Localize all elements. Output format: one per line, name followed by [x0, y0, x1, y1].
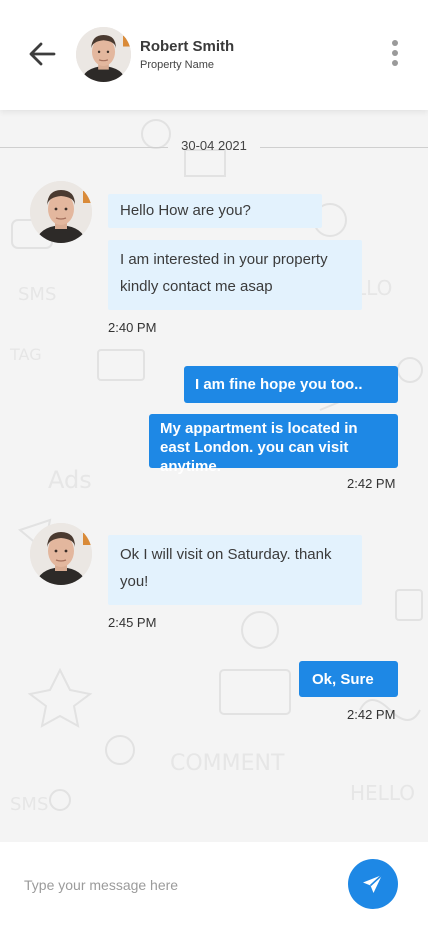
outgoing-message[interactable]: Ok, Sure — [299, 661, 398, 697]
sender-avatar[interactable] — [30, 181, 92, 243]
chat-header: Robert Smith Property Name — [0, 0, 428, 110]
svg-text:HELLO: HELLO — [350, 781, 415, 805]
outgoing-message[interactable]: My appartment is located in east London.… — [149, 414, 398, 475]
incoming-message[interactable]: I am interested in your property kindly … — [108, 240, 362, 310]
svg-text:SMS: SMS — [18, 284, 56, 305]
message-timestamp: 2:45 PM — [108, 615, 157, 630]
message-composer — [0, 842, 428, 926]
contact-subtitle: Property Name — [140, 59, 214, 71]
incoming-message[interactable]: Ok I will visit on Saturday. thank you! — [108, 535, 362, 605]
outgoing-message[interactable]: I am fine hope you too.. — [184, 366, 398, 403]
svg-text:TAG: TAG — [9, 345, 42, 364]
more-vertical-icon — [388, 40, 402, 66]
date-separator: 30-04 2021 — [0, 138, 428, 156]
divider-line-right — [260, 147, 428, 148]
message-timestamp: 2:40 PM — [108, 320, 157, 335]
incoming-message[interactable]: Hello How are you? — [108, 194, 322, 228]
contact-name: Robert Smith — [140, 38, 235, 55]
svg-text:SMS: SMS — [10, 794, 48, 815]
message-timestamp: 2:42 PM — [347, 707, 396, 722]
sender-avatar[interactable] — [30, 523, 92, 585]
arrow-left-icon — [29, 42, 56, 66]
message-timestamp: 2:42 PM — [347, 476, 396, 491]
svg-text:COMMENT: COMMENT — [170, 751, 285, 776]
send-button[interactable] — [348, 859, 398, 909]
more-options-button[interactable] — [388, 40, 402, 72]
message-input[interactable] — [24, 872, 324, 898]
svg-text:Ads: Ads — [48, 466, 92, 494]
back-button[interactable] — [26, 38, 58, 70]
date-label: 30-04 2021 — [181, 138, 247, 153]
divider-line-left — [0, 147, 168, 148]
send-icon — [363, 874, 383, 893]
contact-avatar[interactable] — [76, 27, 131, 82]
